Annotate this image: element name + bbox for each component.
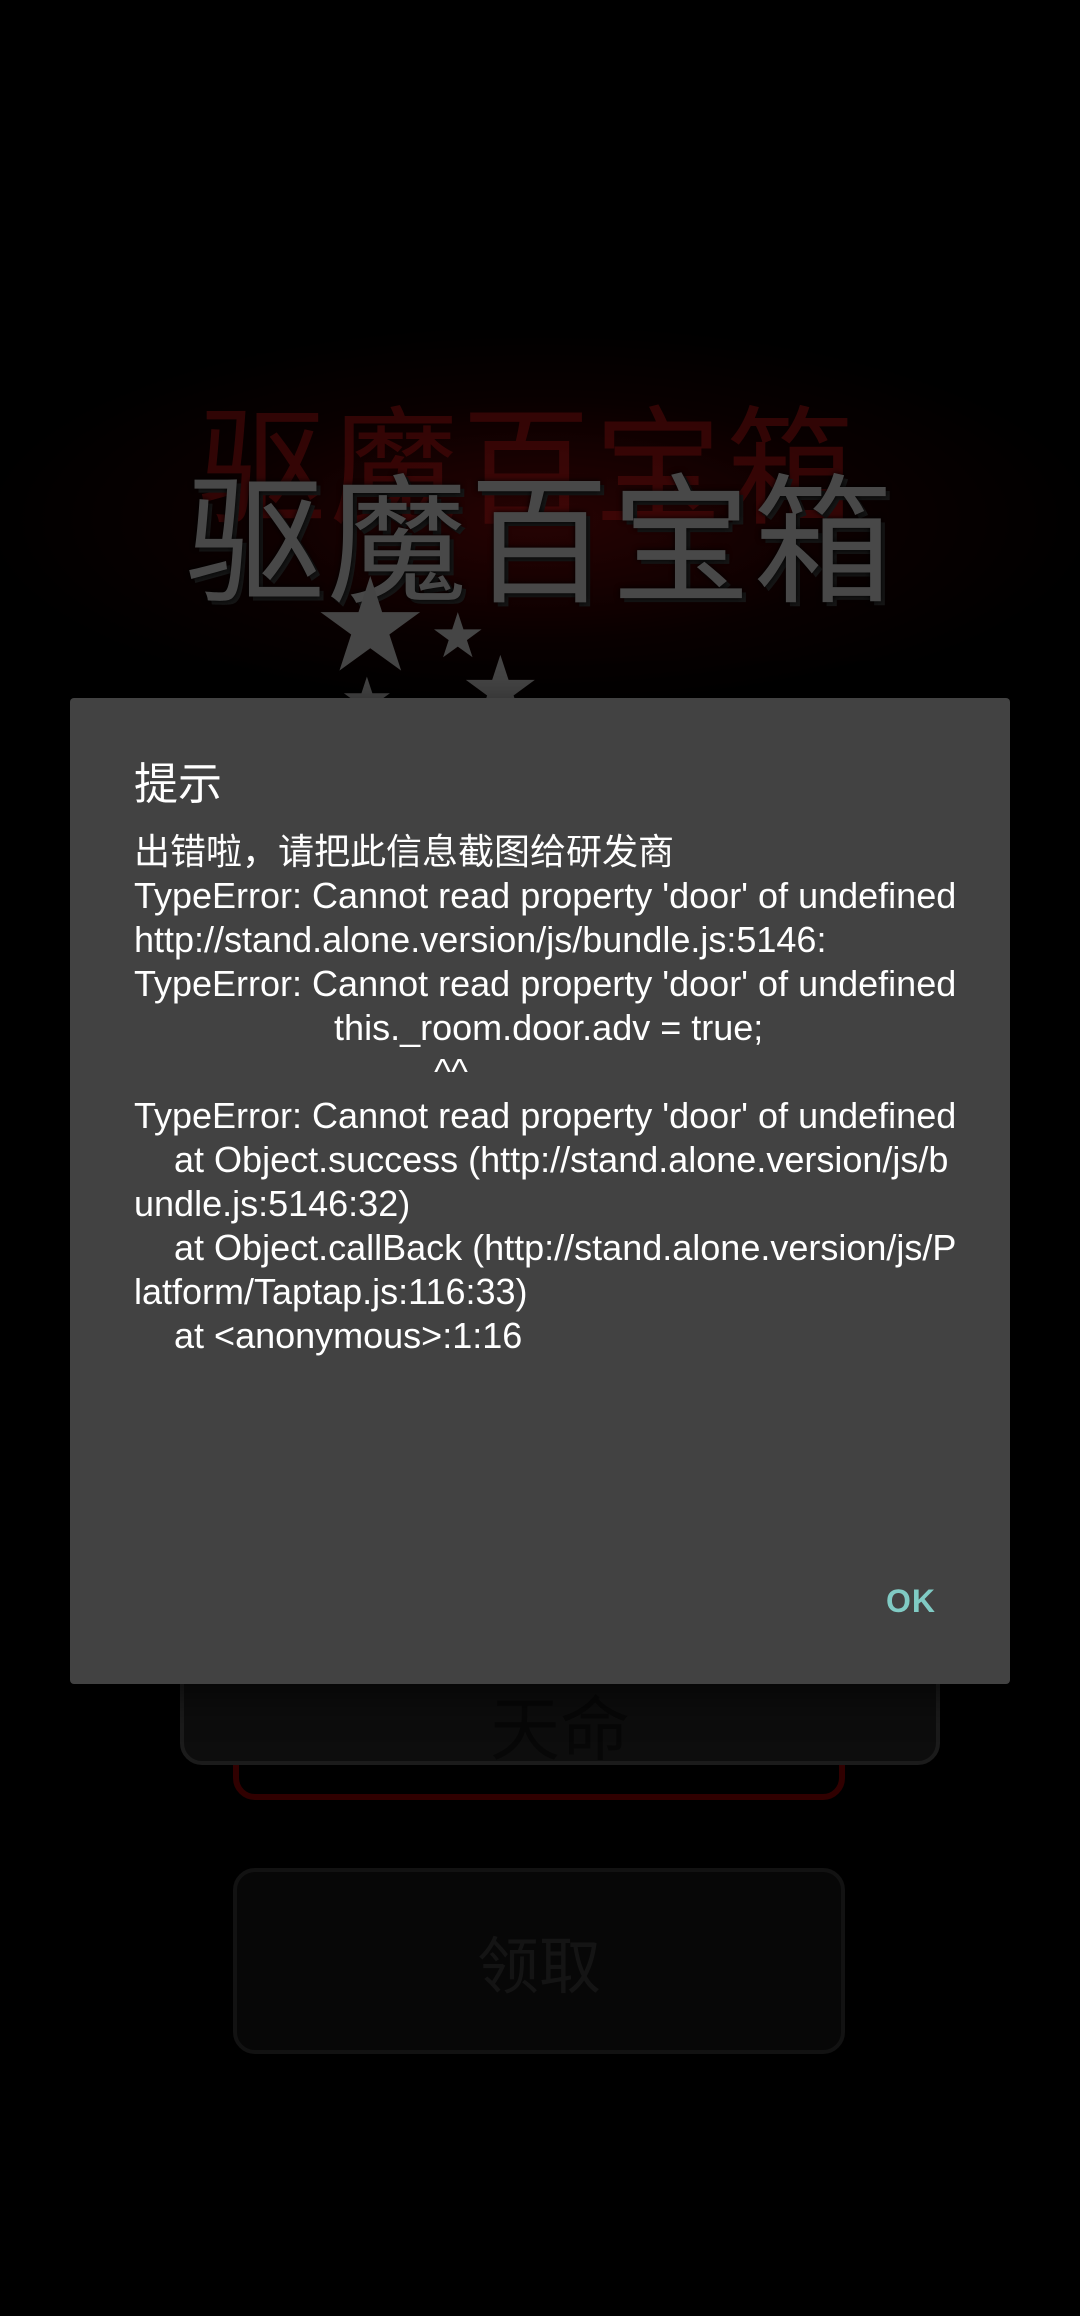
dialog-message: 出错啦，请把此信息截图给研发商 TypeError: Cannot read p…: [134, 831, 957, 1356]
ok-button[interactable]: OK: [876, 1575, 946, 1628]
error-dialog: 提示 出错啦，请把此信息截图给研发商 TypeError: Cannot rea…: [70, 698, 1010, 1684]
dialog-title: 提示: [134, 759, 222, 810]
